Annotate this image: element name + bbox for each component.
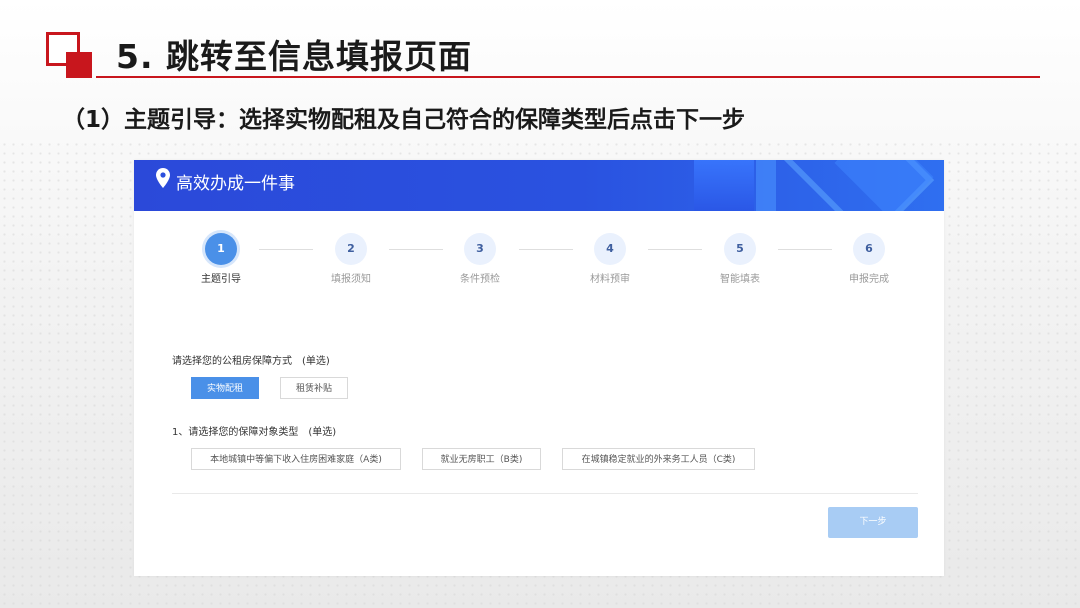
option-type-b[interactable]: 就业无房职工（B类) — [422, 448, 541, 470]
step-6[interactable]: 6 申报完成 — [824, 233, 914, 285]
progress-steps: 1 主题引导 2 填报须知 3 条件预检 4 材料预审 5 智能填表 6 申报完… — [134, 233, 944, 293]
beneficiary-type-question: 1、请选择您的保障对象类型 (单选) — [172, 427, 337, 438]
step-1[interactable]: 1 主题引导 — [176, 233, 266, 285]
step-number: 5 — [724, 233, 756, 265]
step-5[interactable]: 5 智能填表 — [695, 233, 785, 285]
step-label: 申报完成 — [849, 274, 889, 285]
step-2[interactable]: 2 填报须知 — [306, 233, 396, 285]
form-divider — [172, 493, 918, 494]
next-step-button[interactable]: 下一步 — [828, 507, 918, 538]
slide-title: 5. 跳转至信息填报页面 — [116, 37, 472, 76]
header-decoration — [694, 160, 944, 211]
option-type-a[interactable]: 本地城镇中等偏下收入住房困难家庭（A类) — [191, 448, 401, 470]
step-number: 6 — [853, 233, 885, 265]
step-label: 主题引导 — [201, 274, 241, 285]
app-header: 高效办成一件事 — [134, 160, 944, 211]
step-connector — [648, 249, 702, 250]
step-label: 条件预检 — [460, 274, 500, 285]
step-connector — [259, 249, 313, 250]
slide-section-icon — [46, 32, 94, 78]
step-label: 材料预审 — [590, 274, 630, 285]
option-physical-rental[interactable]: 实物配租 — [191, 377, 259, 399]
step-number: 2 — [335, 233, 367, 265]
option-type-c[interactable]: 在城镇稳定就业的外来务工人员（C类) — [562, 448, 755, 470]
step-label: 智能填表 — [720, 274, 760, 285]
app-screenshot: 高效办成一件事 1 主题引导 2 填报须知 3 条件预检 4 材料预审 5 智能… — [134, 160, 944, 576]
step-number: 3 — [464, 233, 496, 265]
step-label: 填报须知 — [331, 274, 371, 285]
location-pin-icon — [156, 168, 170, 188]
app-title: 高效办成一件事 — [176, 174, 295, 194]
guarantee-method-question: 请选择您的公租房保障方式 (单选) — [172, 356, 330, 367]
step-3[interactable]: 3 条件预检 — [435, 233, 525, 285]
step-number: 1 — [205, 233, 237, 265]
step-number: 4 — [594, 233, 626, 265]
step-4[interactable]: 4 材料预审 — [565, 233, 655, 285]
option-rent-subsidy[interactable]: 租赁补贴 — [280, 377, 348, 399]
title-divider — [96, 76, 1040, 78]
slide-subtitle: （1）主题引导：选择实物配租及自己符合的保障类型后点击下一步 — [62, 107, 746, 133]
